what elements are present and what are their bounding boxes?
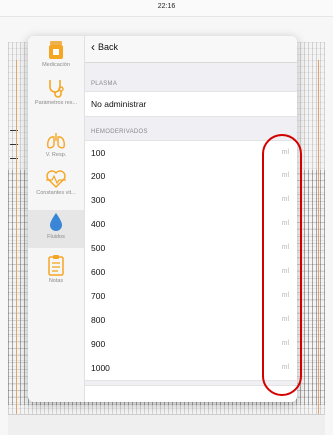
medication-icon (49, 41, 63, 59)
navigation-bar: ‹ Back (85, 36, 297, 63)
bottom-strip (8, 414, 325, 435)
category-sidebar: Medicación Parámetros res... V. Resp. Co… (28, 36, 85, 402)
sidebar-item-label: Parámetros res... (34, 100, 78, 106)
status-time: 22:16 (157, 3, 176, 10)
row-value: 1000 (91, 363, 110, 373)
sidebar-item-constantes[interactable]: Constantes vit... (28, 170, 84, 206)
list-item-plasma-option[interactable]: No administrar (85, 91, 297, 117)
row-value: 500 (91, 243, 106, 253)
grid-marker-line (318, 60, 319, 435)
sidebar-item-fluidos[interactable]: Fluidos (28, 210, 84, 248)
sidebar-item-label: Notas (48, 278, 64, 284)
row-value: 600 (91, 267, 106, 277)
sidebar-item-notas[interactable]: Notas (28, 254, 84, 290)
row-value: 900 (91, 339, 106, 349)
sidebar-item-label: Fluidos (47, 234, 65, 240)
row-value: No administrar (91, 99, 147, 109)
heart-pulse-icon (46, 170, 66, 188)
section-header-plasma: PLASMA (91, 81, 118, 87)
sidebar-item-label: Constantes vit... (36, 190, 76, 196)
section-header-hemoderivados: HEMODERIVADOS (91, 129, 148, 135)
row-value: 100 (91, 148, 106, 158)
row-value: 300 (91, 195, 106, 205)
grid-marker-line (16, 60, 17, 435)
fluids-popover: Medicación Parámetros res... V. Resp. Co… (28, 36, 297, 402)
sidebar-item-label: V. Resp. (45, 152, 67, 158)
drop-icon (50, 213, 62, 231)
row-value: 400 (91, 219, 106, 229)
sidebar-item-parametros[interactable]: Parámetros res... (28, 78, 84, 116)
row-value: 700 (91, 291, 106, 301)
clipboard-icon (48, 255, 64, 276)
sidebar-item-label: Medicación (42, 62, 70, 68)
stethoscope-icon (49, 80, 64, 98)
back-label: Back (98, 42, 119, 52)
back-button[interactable]: ‹ Back (91, 39, 119, 54)
status-bar: 22:16 (0, 0, 333, 17)
sidebar-item-v-resp[interactable]: V. Resp. (28, 132, 84, 166)
row-value: 800 (91, 315, 106, 325)
annotation-highlight (262, 134, 302, 396)
row-value: 200 (91, 171, 106, 181)
chevron-left-icon: ‹ (91, 39, 95, 54)
lungs-icon (47, 133, 65, 149)
sidebar-item-medicacion[interactable]: Medicación (28, 40, 84, 76)
